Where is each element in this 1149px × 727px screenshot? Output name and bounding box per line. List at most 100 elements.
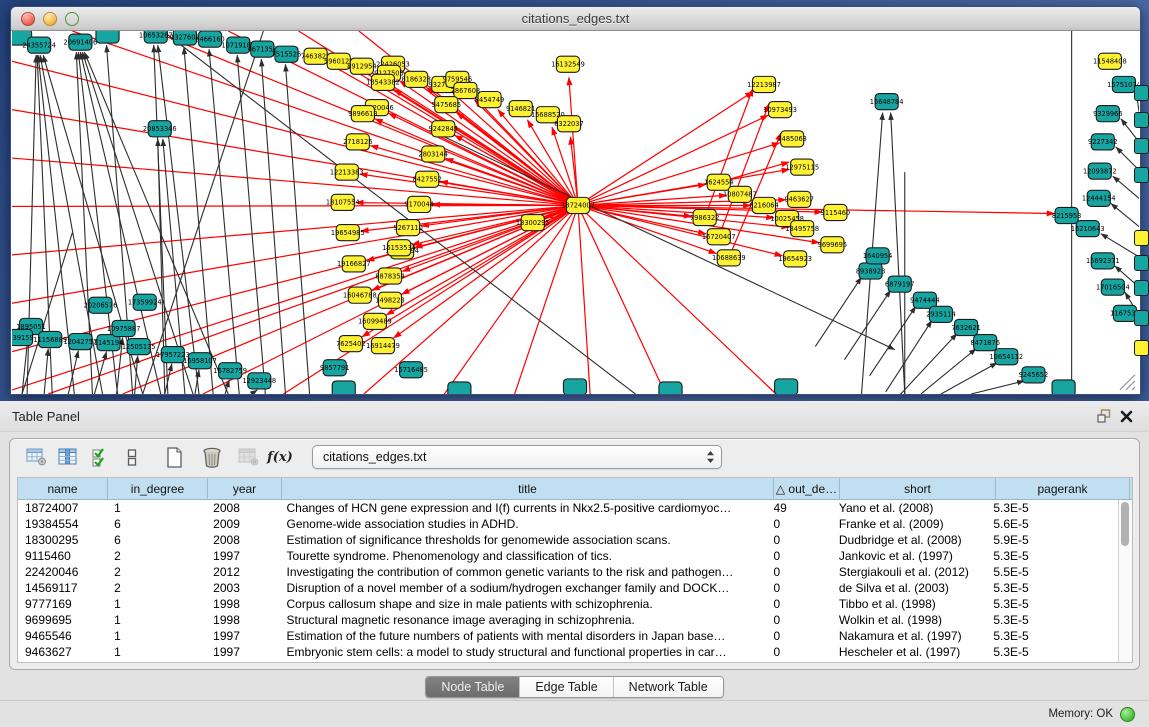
delete-column-button[interactable] [198, 444, 226, 470]
graph-node[interactable]: 12213987 [747, 76, 781, 92]
canvas-resize-handle[interactable] [1120, 375, 1135, 390]
graph-node[interactable]: 19654923 [778, 251, 812, 267]
graph-node[interactable]: 18543382 [366, 74, 400, 90]
graph-node[interactable]: 8878354 [375, 268, 404, 284]
graph-node[interactable]: 12093872 [1083, 163, 1117, 179]
table-row[interactable]: 1938455462009Genome-wide association stu… [18, 516, 1119, 532]
network-window[interactable]: citations_edges.txt 24355724206914061065… [10, 6, 1141, 395]
graph-node[interactable]: 8912954 [347, 58, 376, 74]
graph-node[interactable]: 9857791 [320, 360, 349, 376]
graph-node[interactable]: 8471876 [970, 335, 999, 351]
graph-node[interactable]: 11156889 [33, 331, 67, 347]
column-header[interactable]: in_degree [108, 478, 208, 499]
graph-node[interactable]: 17359924 [128, 294, 162, 310]
graph-node[interactable]: 9699695 [818, 237, 847, 253]
graph-node[interactable]: 16648784 [870, 94, 904, 110]
table-options-button[interactable] [22, 444, 50, 470]
table-selector-dropdown[interactable]: citations_edges.txt [312, 445, 722, 469]
graph-node[interactable]: 11548408 [1093, 53, 1127, 69]
graph-node[interactable] [659, 382, 682, 394]
graph-node[interactable]: 16914479 [366, 338, 400, 354]
graph-node[interactable]: 8454749 [475, 92, 504, 108]
graph-node[interactable]: 12975115 [785, 159, 819, 175]
graph-node[interactable]: 9329966 [1093, 106, 1122, 122]
graph-node[interactable]: 18495758 [785, 221, 819, 237]
graph-node[interactable]: 19166827 [337, 256, 371, 272]
graph-node[interactable] [332, 381, 355, 394]
column-header[interactable]: year [208, 478, 282, 499]
table-row[interactable]: 911546021997Tourette syndrome. Phenomeno… [18, 548, 1119, 564]
graph-node[interactable]: 8427552 [412, 171, 441, 187]
minimize-window-button[interactable] [43, 12, 57, 26]
graph-node[interactable] [96, 31, 119, 43]
table-row[interactable]: 946362711997Embryonic stem cells: a mode… [18, 644, 1119, 660]
graph-node[interactable]: 9245652 [1019, 367, 1048, 383]
table-scrollbar[interactable] [1118, 500, 1132, 662]
graph-node[interactable]: 16720407 [702, 229, 736, 245]
graph-node[interactable]: 24355724 [22, 37, 56, 53]
network-window-titlebar[interactable]: citations_edges.txt [11, 7, 1140, 31]
table-row[interactable]: 1830029562008Estimation of significance … [18, 532, 1119, 548]
graph-node[interactable]: 2935114 [926, 306, 955, 322]
graph-node[interactable]: 6879197 [885, 276, 914, 292]
graph-node[interactable]: 10975887 [107, 320, 141, 336]
graph-node-hub[interactable]: 18724007 [561, 197, 595, 213]
graph-node[interactable]: 8186328 [401, 71, 430, 87]
table-row[interactable]: 2242004622012Investigating the contribut… [18, 564, 1119, 580]
graph-node[interactable]: 8322037 [554, 116, 583, 132]
graph-node[interactable]: 20206576 [84, 297, 118, 313]
graph-node[interactable]: 9463627 [784, 191, 813, 207]
column-header[interactable]: name [18, 478, 108, 499]
graph-node[interactable]: 6216064 [749, 197, 778, 213]
graph-node[interactable]: 16210643 [1071, 221, 1105, 237]
graph-node[interactable] [775, 379, 798, 394]
graph-node[interactable]: 7485063 [777, 131, 806, 147]
graph-node[interactable]: 18107554 [326, 194, 360, 210]
graph-node[interactable]: 15716485 [394, 362, 428, 378]
graph-node[interactable]: 10653287 [139, 31, 173, 43]
graph-node[interactable]: 9242845 [429, 121, 458, 137]
graph-node[interactable]: 16099489 [358, 313, 392, 329]
column-header[interactable]: title [282, 478, 774, 499]
graph-node[interactable]: 7515526 [272, 46, 301, 62]
graph-node[interactable]: 12923448 [242, 373, 276, 389]
tab-edge-table[interactable]: Edge Table [520, 677, 613, 697]
graph-node[interactable]: 939159 [12, 329, 34, 345]
table-row[interactable]: 946554611997Estimation of the future num… [18, 628, 1119, 644]
tab-node-table[interactable]: Node Table [426, 677, 520, 697]
graph-node[interactable]: 12505135 [122, 339, 156, 355]
graph-node[interactable]: 9170044 [404, 196, 433, 212]
graph-node[interactable] [448, 382, 471, 394]
graph-node[interactable]: 5475685 [432, 97, 461, 113]
table-row[interactable]: 1872400712008Changes of HCN gene express… [18, 500, 1119, 516]
graph-node[interactable]: 9267110 [393, 220, 422, 236]
graph-node[interactable]: 16132549 [551, 56, 585, 72]
graph-node[interactable]: 12042757 [64, 334, 98, 350]
graph-node[interactable] [1052, 380, 1075, 394]
zoom-window-button[interactable] [65, 12, 79, 26]
table-row[interactable]: 977716911998Corpus callosum shape and si… [18, 596, 1119, 612]
close-window-button[interactable] [21, 12, 35, 26]
network-canvas[interactable]: 2435572420691406106532871327602646616010… [12, 31, 1139, 394]
tab-network-table[interactable]: Network Table [614, 677, 723, 697]
graph-node[interactable] [563, 379, 586, 394]
column-header[interactable]: short [840, 478, 996, 499]
graph-node[interactable]: 1498223 [375, 292, 404, 308]
graph-node[interactable]: 2718126 [343, 134, 372, 150]
graph-node[interactable]: 10688639 [712, 250, 746, 266]
function-builder-button[interactable]: f(x) [266, 444, 294, 470]
graph-node[interactable]: 12444154 [1082, 190, 1116, 206]
graph-node[interactable]: 7986322 [690, 209, 719, 225]
graph-node[interactable]: 9896613 [348, 106, 377, 122]
graph-node[interactable]: 9115460 [821, 204, 850, 220]
close-panel-icon[interactable] [1115, 406, 1137, 426]
column-header[interactable]: pagerank [996, 478, 1130, 499]
table-row[interactable]: 1456911722003Disruption of a novel membe… [18, 580, 1119, 596]
float-panel-icon[interactable] [1093, 406, 1115, 426]
graph-node[interactable]: 8215953 [1052, 207, 1081, 223]
graph-node[interactable]: 19654985 [331, 225, 365, 241]
graph-node[interactable]: 15692371 [1086, 253, 1120, 269]
graph-node[interactable]: 8938923 [856, 263, 885, 279]
graph-node[interactable]: 16958107 [183, 353, 217, 369]
graph-node[interactable]: 9227342 [1088, 134, 1117, 150]
